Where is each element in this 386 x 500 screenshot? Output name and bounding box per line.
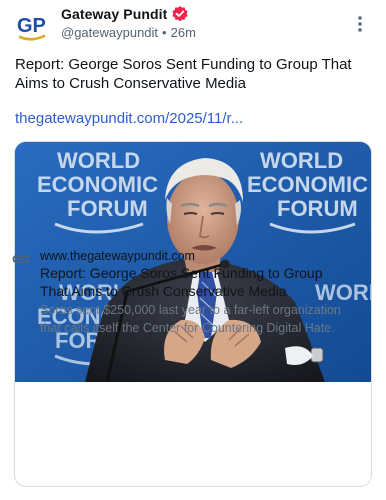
post-text: Report: George Soros Sent Funding to Gro… [15, 56, 352, 92]
card-title[interactable]: Report: George Soros Sent Funding to Gro… [40, 264, 340, 300]
card-description: Soros sent $250,000 last year to a far-l… [40, 303, 341, 335]
card-domain: www.thegatewaypundit.com [40, 249, 195, 263]
handle[interactable]: @gatewaypundit [61, 25, 158, 40]
avatar[interactable]: GP [14, 8, 50, 44]
card-footer[interactable] [15, 382, 371, 486]
avatar-text: GP [17, 15, 46, 37]
post-link[interactable]: thegatewaypundit.com/2025/11/r... [15, 109, 365, 128]
backdrop-text-line: WORLD [57, 148, 140, 173]
backdrop-text-line: ECONOMIC [247, 172, 368, 197]
display-name[interactable]: Gateway Pundit [61, 6, 167, 22]
backdrop-text-line: ECONOMIC [37, 172, 158, 197]
separator-dot: • [162, 25, 167, 40]
backdrop-text-line: FORUM [277, 196, 358, 221]
link-chain-icon [12, 252, 30, 266]
backdrop-text-line: FORUM [67, 196, 148, 221]
gateway-pundit-logo: GP [17, 15, 46, 41]
backdrop-text-line: WORLD [260, 148, 343, 173]
verified-badge-icon [171, 5, 189, 23]
post: GP Gateway Pundit @gatewaypundit • 26m R… [0, 0, 386, 500]
more-vertical-icon[interactable] [349, 12, 371, 36]
timestamp[interactable]: 26m [171, 25, 196, 40]
post-author: Gateway Pundit @gatewaypundit • 26m [61, 5, 196, 40]
